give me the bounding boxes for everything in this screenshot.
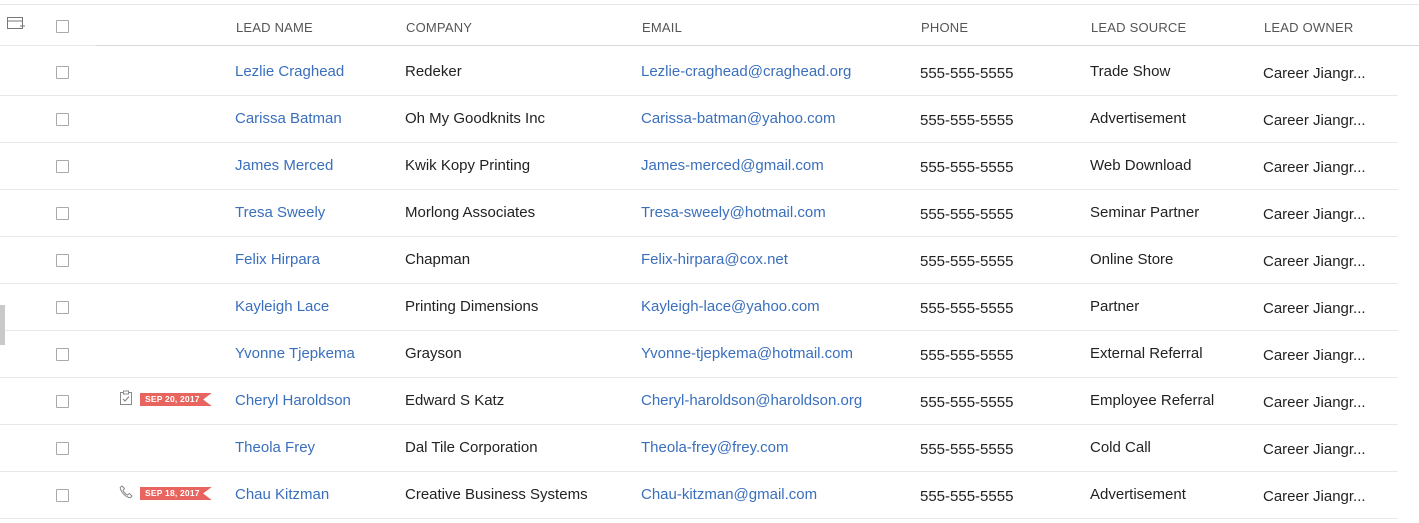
sidebar-drag-handle[interactable] [0,305,5,345]
column-header-lead-owner[interactable]: LEAD OWNER [1264,20,1353,35]
lead-name-link[interactable]: James Merced [235,157,333,174]
lead-name-link[interactable]: Carissa Batman [235,110,342,127]
company-cell: Kwik Kopy Printing [405,157,531,174]
lead-source-cell: Employee Referral [1090,392,1215,409]
lead-source-cell: Partner [1090,298,1140,315]
lead-owner-cell: Career Jiangr... [1263,300,1366,317]
header-divider-left [0,45,96,46]
table-row[interactable]: Lezlie Craghead Redeker Lezlie-craghead@cr… [0,48,1398,96]
lead-source-cell: Web Download [1090,157,1192,174]
phone-cell: 555-555-5555 [920,347,1014,364]
email-link[interactable]: Tresa-sweely@hotmail.com [641,204,826,221]
table-row[interactable]: Kayleigh Lace Printing Dimensions Kayleigh… [0,283,1398,331]
phone-cell: 555-555-5555 [920,394,1014,411]
table-row[interactable]: Yvonne Tjepkema Grayson Yvonne-tjepkema@ho… [0,330,1398,378]
email-link[interactable]: James-merced@gmail.com [641,157,824,174]
row-checkbox[interactable] [56,113,69,126]
lead-source-cell: Online Store [1090,251,1174,268]
lead-owner-cell: Career Jiangr... [1263,347,1366,364]
lead-name-link[interactable]: Yvonne Tjepkema [235,345,355,362]
row-checkbox[interactable] [56,66,69,79]
company-cell: Oh My Goodknits Inc [405,110,546,127]
lead-owner-cell: Career Jiangr... [1263,441,1366,458]
lead-source-cell: Advertisement [1090,110,1186,127]
lead-name-link[interactable]: Theola Frey [235,439,315,456]
company-cell: Grayson [405,345,462,362]
lead-name-link[interactable]: Lezlie Craghead [235,63,344,80]
phone-cell: 555-555-5555 [920,112,1014,129]
lead-owner-cell: Career Jiangr... [1263,206,1366,223]
company-cell: Morlong Associates [405,204,536,221]
lead-source-cell: Trade Show [1090,63,1171,80]
column-header-lead-source[interactable]: LEAD SOURCE [1091,20,1186,35]
table-header: LEAD NAME COMPANY EMAIL PHONE LEAD SOURC… [0,5,1419,47]
lead-source-cell: Advertisement [1090,486,1186,503]
task-icon [118,390,134,406]
column-header-lead-name[interactable]: LEAD NAME [236,20,313,35]
lead-owner-cell: Career Jiangr... [1263,65,1366,82]
company-cell: Redeker [405,63,462,80]
row-checkbox[interactable] [56,489,69,502]
table-row[interactable]: Felix Hirpara Chapman Felix-hirpara@cox.ne… [0,236,1398,284]
lead-owner-cell: Career Jiangr... [1263,159,1366,176]
lead-source-cell: Seminar Partner [1090,204,1200,221]
table-row[interactable]: Theola Frey Dal Tile Corporation Theola-fr… [0,424,1398,472]
phone-cell: 555-555-5555 [920,441,1014,458]
email-link[interactable]: Chau-kitzman@gmail.com [641,486,817,503]
select-all-checkbox[interactable] [56,20,69,33]
table-row[interactable]: SEP 18, 2017 Chau Kitzman Creative Busines… [0,471,1398,519]
lead-source-cell: Cold Call [1090,439,1151,456]
lead-owner-cell: Career Jiangr... [1263,253,1366,270]
company-cell: Creative Business Systems [405,486,588,503]
phone-cell: 555-555-5555 [920,488,1014,505]
row-checkbox[interactable] [56,301,69,314]
company-cell: Dal Tile Corporation [405,439,538,456]
phone-cell: 555-555-5555 [920,159,1014,176]
company-cell: Printing Dimensions [405,298,539,315]
email-link[interactable]: Carissa-batman@yahoo.com [641,110,835,127]
phone-cell: 555-555-5555 [920,253,1014,270]
company-cell: Edward S Katz [405,392,505,409]
row-checkbox[interactable] [56,395,69,408]
row-checkbox[interactable] [56,348,69,361]
email-link[interactable]: Theola-frey@frey.com [641,439,789,456]
column-header-phone[interactable]: PHONE [921,20,968,35]
column-settings-icon[interactable] [7,17,25,31]
lead-name-link[interactable]: Chau Kitzman [235,486,329,503]
row-checkbox[interactable] [56,160,69,173]
lead-name-link[interactable]: Kayleigh Lace [235,298,329,315]
column-header-email[interactable]: EMAIL [642,20,682,35]
lead-owner-cell: Career Jiangr... [1263,112,1366,129]
due-date-ribbon: SEP 20, 2017 [140,393,212,406]
lead-owner-cell: Career Jiangr... [1263,488,1366,505]
due-date-ribbon: SEP 18, 2017 [140,487,212,500]
table-row[interactable]: James Merced Kwik Kopy Printing James-merc… [0,142,1398,190]
column-header-company[interactable]: COMPANY [406,20,472,35]
table-row[interactable]: SEP 20, 2017 Cheryl Haroldson Edward S Kat… [0,377,1398,425]
email-link[interactable]: Felix-hirpara@cox.net [641,251,788,268]
email-link[interactable]: Lezlie-craghead@craghead.org [641,63,851,80]
lead-name-link[interactable]: Tresa Sweely [235,204,325,221]
row-checkbox[interactable] [56,442,69,455]
email-link[interactable]: Kayleigh-lace@yahoo.com [641,298,820,315]
phone-cell: 555-555-5555 [920,206,1014,223]
phone-call-icon [118,484,134,500]
lead-name-link[interactable]: Felix Hirpara [235,251,320,268]
table-row[interactable]: Carissa Batman Oh My Goodknits Inc Carissa… [0,95,1398,143]
lead-owner-cell: Career Jiangr... [1263,394,1366,411]
row-checkbox[interactable] [56,207,69,220]
email-link[interactable]: Cheryl-haroldson@haroldson.org [641,392,862,409]
table-row[interactable]: Tresa Sweely Morlong Associates Tresa-swee… [0,189,1398,237]
lead-source-cell: External Referral [1090,345,1203,362]
phone-cell: 555-555-5555 [920,65,1014,82]
header-divider [96,45,1419,46]
row-checkbox[interactable] [56,254,69,267]
lead-name-link[interactable]: Cheryl Haroldson [235,392,351,409]
email-link[interactable]: Yvonne-tjepkema@hotmail.com [641,345,853,362]
phone-cell: 555-555-5555 [920,300,1014,317]
company-cell: Chapman [405,251,471,268]
